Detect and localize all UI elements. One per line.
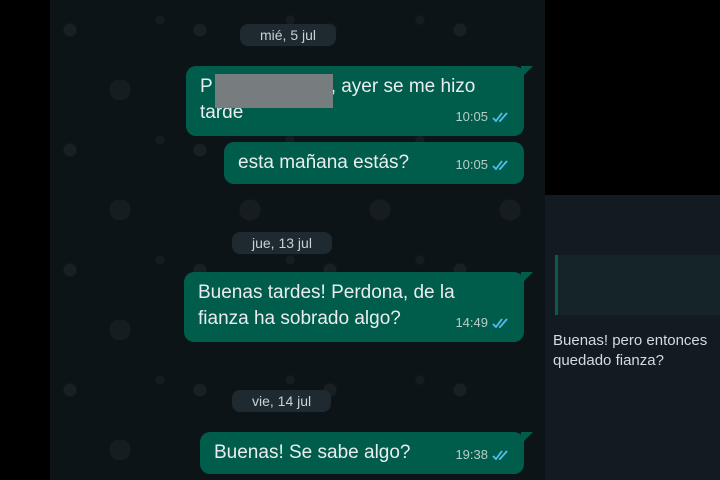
redaction-block: [215, 74, 333, 108]
message-bubble[interactable]: Buenas! Se sabe algo? 19:38: [200, 432, 533, 474]
message-text-line1: Buenas tardes! Perdona, de la: [198, 282, 455, 303]
double-check-icon: [492, 112, 508, 123]
date-separator: mié, 5 jul: [240, 24, 337, 46]
bubble-tail: [521, 66, 533, 78]
message-time: 10:05: [455, 109, 488, 124]
chat-conversation[interactable]: mié, 5 jul P, ayer se me hizo tarde 10:0…: [50, 0, 545, 480]
bubble-tail: [521, 432, 533, 444]
message-bubble[interactable]: P, ayer se me hizo tarde 10:05: [186, 66, 533, 136]
message-time: 14:49: [455, 315, 488, 330]
date-label: vie, 14 jul: [252, 393, 312, 409]
message-meta: 19:38: [455, 442, 512, 468]
date-label: mié, 5 jul: [260, 27, 317, 43]
message-text-line2: fianza ha sobrado algo?: [198, 308, 401, 329]
side-reply-text: Buenas! pero entonces quedado fianza?: [553, 331, 707, 371]
background-chat-panel: Buenas! pero entonces quedado fianza?: [545, 195, 720, 480]
double-check-icon: [492, 160, 508, 171]
double-check-icon: [492, 318, 508, 329]
bubble-tail: [521, 272, 533, 284]
message-bubble[interactable]: esta mañana estás? 10:05: [224, 142, 524, 184]
double-check-icon: [492, 450, 508, 461]
message-text-rest: , ayer se me hizo: [330, 76, 476, 97]
date-label: jue, 13 jul: [252, 235, 312, 251]
side-reply-line1: Buenas! pero entonces: [553, 332, 708, 349]
date-separator: jue, 13 jul: [232, 232, 332, 254]
message-meta: 14:49: [455, 310, 512, 336]
side-reply-line2: quedado fianza?: [553, 352, 664, 369]
message-bubble[interactable]: Buenas tardes! Perdona, de la fianza ha …: [184, 272, 533, 342]
date-separator: vie, 14 jul: [232, 390, 332, 412]
message-time: 19:38: [455, 447, 488, 462]
message-text-start: P: [200, 76, 213, 97]
faded-quoted-block: [555, 255, 720, 315]
message-time: 10:05: [455, 157, 488, 172]
message-meta: 10:05: [455, 104, 512, 130]
message-meta: 10:05: [455, 152, 512, 178]
